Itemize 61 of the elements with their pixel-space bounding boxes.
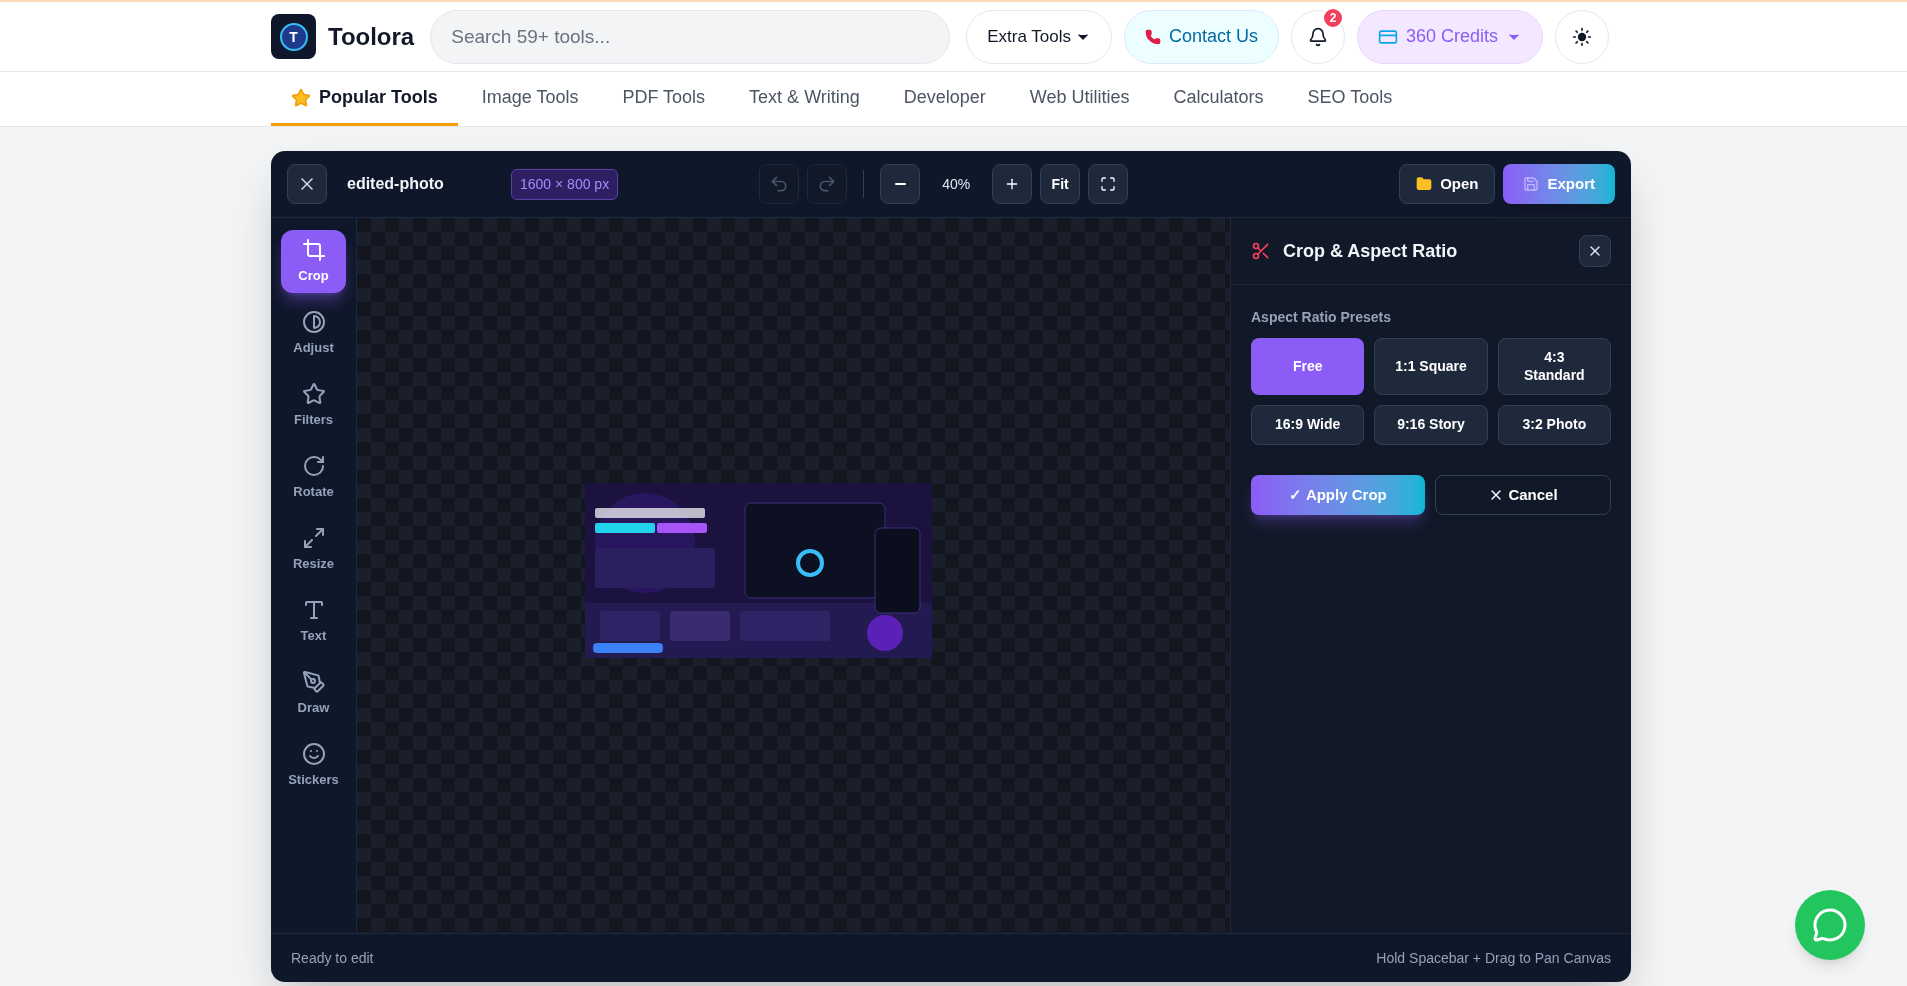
tool-button[interactable]: Adjust	[281, 302, 346, 365]
fullscreen-button[interactable]	[1088, 164, 1129, 204]
preset-button[interactable]: 3:2 Photo	[1497, 405, 1611, 445]
panel-title: Crop & Aspect Ratio	[1283, 239, 1459, 263]
cancel-button[interactable]: Cancel	[1435, 475, 1611, 515]
nav-tab[interactable]: Developer	[883, 72, 1006, 126]
dimensions-badge: 1600 × 800 px	[511, 168, 619, 200]
fit-button[interactable]: Fit	[1040, 164, 1081, 204]
rotate-icon	[301, 453, 326, 478]
crop-icon	[301, 237, 326, 262]
fullscreen-icon	[1100, 176, 1117, 192]
preset-button[interactable]: 9:16 Story	[1374, 405, 1488, 445]
chat-bubble-icon	[1812, 907, 1848, 943]
extra-tools-button[interactable]: Extra Tools	[966, 9, 1112, 64]
contact-button[interactable]: Contact Us	[1124, 9, 1280, 64]
tool-button[interactable]: Filters	[281, 374, 346, 437]
file-name: edited-photo	[347, 174, 445, 194]
nav-tab[interactable]: Image Tools	[461, 72, 599, 126]
smiley-icon	[301, 741, 326, 766]
folder-icon	[1416, 176, 1433, 192]
panel-close-button[interactable]	[1579, 235, 1611, 267]
hint-text: Hold Spacebar + Drag to Pan Canvas	[1376, 948, 1611, 968]
star-icon	[291, 87, 311, 108]
redo-icon	[817, 174, 838, 194]
nav-tab[interactable]: Popular Tools	[271, 72, 458, 126]
notification-badge: 2	[1322, 6, 1345, 29]
nav-tab[interactable]: Text & Writing	[729, 72, 880, 126]
brand-name: Toolora	[328, 21, 415, 52]
nav-tab[interactable]: PDF Tools	[602, 72, 726, 126]
tool-button[interactable]: Text	[281, 590, 346, 653]
tool-button[interactable]: Crop	[281, 230, 346, 293]
status-text: Ready to edit	[291, 948, 374, 968]
preset-button[interactable]: 16:9 Wide	[1251, 405, 1365, 445]
sun-icon	[1572, 26, 1593, 47]
section-label: Aspect Ratio Presets	[1251, 308, 1393, 327]
open-button[interactable]: Open	[1399, 164, 1496, 204]
tool-button[interactable]: Rotate	[281, 446, 346, 509]
preset-button[interactable]: 1:1 Square	[1374, 338, 1488, 395]
notification-button[interactable]: 2	[1291, 9, 1346, 64]
minus-icon	[894, 183, 906, 185]
tool-button[interactable]: Resize	[281, 518, 346, 581]
expand-arrows-icon	[301, 525, 326, 550]
pen-icon	[301, 669, 326, 694]
preset-button[interactable]: 4:3 Standard	[1497, 338, 1611, 395]
nav-tab[interactable]: SEO Tools	[1287, 72, 1413, 126]
logo-icon[interactable]: T	[271, 14, 316, 59]
zoom-level: 40%	[941, 174, 972, 194]
close-button[interactable]	[287, 164, 327, 204]
half-circle-icon	[301, 309, 326, 334]
phone-icon	[1145, 28, 1161, 45]
tool-button[interactable]: Draw	[281, 662, 346, 725]
credits-button[interactable]: 360 Credits	[1357, 9, 1544, 64]
nav-tab[interactable]: Calculators	[1153, 72, 1284, 126]
preset-button[interactable]: Free	[1251, 338, 1365, 395]
bell-icon	[1308, 26, 1329, 47]
tool-button[interactable]: Stickers	[281, 734, 346, 797]
nav-tab[interactable]: Web Utilities	[1009, 72, 1150, 126]
star-icon	[301, 381, 326, 406]
zoom-in-button[interactable]	[992, 164, 1033, 204]
scissors-icon	[1251, 241, 1271, 261]
search-field[interactable]: Search 59+ tools...	[430, 9, 951, 64]
